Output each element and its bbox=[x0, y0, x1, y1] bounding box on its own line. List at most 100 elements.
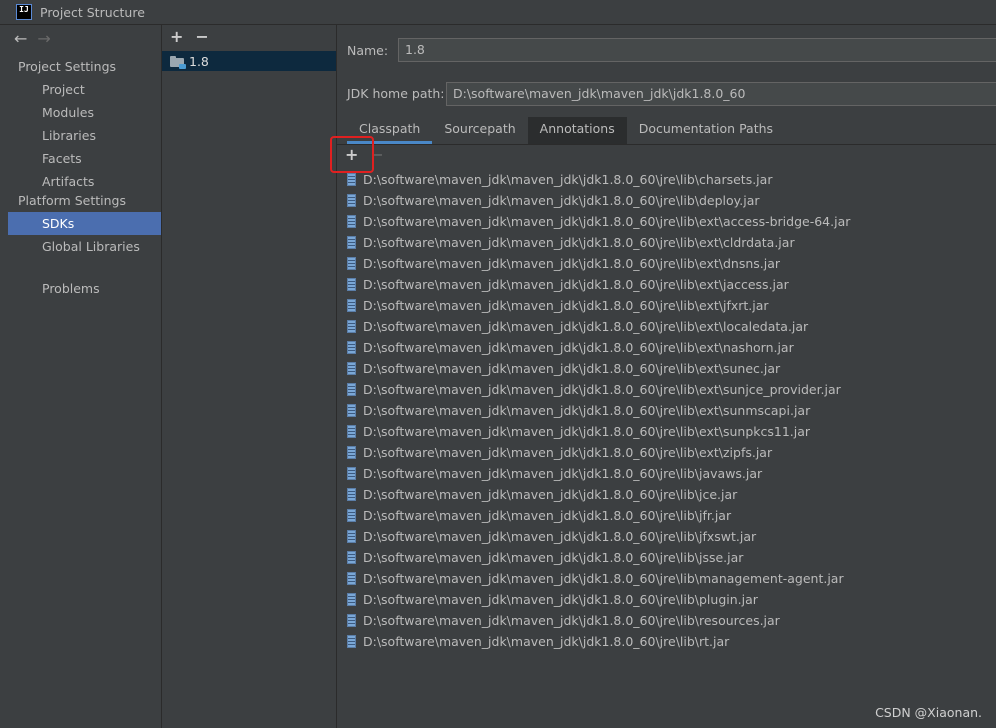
annotation-highlight-box bbox=[330, 136, 374, 173]
jar-file-icon bbox=[347, 551, 356, 564]
sdk-details-panel: Name: 1.8 JDK home path: D:\software\mav… bbox=[330, 25, 996, 728]
jdk-home-label: JDK home path: bbox=[347, 86, 445, 101]
classpath-row[interactable]: D:\software\maven_jdk\maven_jdk\jdk1.8.0… bbox=[347, 631, 987, 652]
nav-item-modules[interactable]: Modules bbox=[8, 101, 161, 124]
classpath-entry-text: D:\software\maven_jdk\maven_jdk\jdk1.8.0… bbox=[363, 634, 730, 649]
classpath-entry-text: D:\software\maven_jdk\maven_jdk\jdk1.8.0… bbox=[363, 592, 758, 607]
classpath-row[interactable]: D:\software\maven_jdk\maven_jdk\jdk1.8.0… bbox=[347, 253, 987, 274]
nav-item-global-libraries[interactable]: Global Libraries bbox=[8, 235, 161, 258]
classpath-row[interactable]: D:\software\maven_jdk\maven_jdk\jdk1.8.0… bbox=[347, 484, 987, 505]
nav-item-sdks[interactable]: SDKs bbox=[8, 212, 161, 235]
classpath-entry-text: D:\software\maven_jdk\maven_jdk\jdk1.8.0… bbox=[363, 298, 769, 313]
classpath-entry-text: D:\software\maven_jdk\maven_jdk\jdk1.8.0… bbox=[363, 319, 809, 334]
nav-item-project[interactable]: Project bbox=[8, 78, 161, 101]
jar-file-icon bbox=[347, 257, 356, 270]
classpath-row[interactable]: D:\software\maven_jdk\maven_jdk\jdk1.8.0… bbox=[347, 421, 987, 442]
jdk-home-path-field[interactable]: D:\software\maven_jdk\maven_jdk\jdk1.8.0… bbox=[446, 82, 996, 106]
classpath-row[interactable]: D:\software\maven_jdk\maven_jdk\jdk1.8.0… bbox=[347, 526, 987, 547]
classpath-row[interactable]: D:\software\maven_jdk\maven_jdk\jdk1.8.0… bbox=[347, 274, 987, 295]
jar-file-icon bbox=[347, 341, 356, 354]
classpath-row[interactable]: D:\software\maven_jdk\maven_jdk\jdk1.8.0… bbox=[347, 505, 987, 526]
remove-sdk-button[interactable]: − bbox=[195, 29, 208, 45]
tab-documentation-paths[interactable]: Documentation Paths bbox=[627, 117, 785, 144]
classpath-list: D:\software\maven_jdk\maven_jdk\jdk1.8.0… bbox=[347, 169, 987, 652]
classpath-row[interactable]: D:\software\maven_jdk\maven_jdk\jdk1.8.0… bbox=[347, 337, 987, 358]
window-title: Project Structure bbox=[40, 4, 145, 20]
classpath-row[interactable]: D:\software\maven_jdk\maven_jdk\jdk1.8.0… bbox=[347, 463, 987, 484]
jdk-folder-icon bbox=[170, 55, 186, 69]
classpath-entry-text: D:\software\maven_jdk\maven_jdk\jdk1.8.0… bbox=[363, 172, 773, 187]
jar-file-icon bbox=[347, 194, 356, 207]
jar-file-icon bbox=[347, 215, 356, 228]
jar-file-icon bbox=[347, 467, 356, 480]
jar-file-icon bbox=[347, 635, 356, 648]
sdk-toolbar: + − bbox=[170, 29, 209, 45]
classpath-entry-text: D:\software\maven_jdk\maven_jdk\jdk1.8.0… bbox=[363, 340, 794, 355]
watermark: CSDN @Xiaonan. bbox=[875, 705, 982, 720]
jar-file-icon bbox=[347, 278, 356, 291]
sdk-list-panel: + − 1.8 bbox=[162, 25, 337, 728]
classpath-entry-text: D:\software\maven_jdk\maven_jdk\jdk1.8.0… bbox=[363, 424, 811, 439]
jar-file-icon bbox=[347, 509, 356, 522]
classpath-entry-text: D:\software\maven_jdk\maven_jdk\jdk1.8.0… bbox=[363, 361, 781, 376]
nav-item-artifacts[interactable]: Artifacts bbox=[8, 170, 161, 193]
back-arrow-icon[interactable]: ← bbox=[14, 31, 27, 47]
classpath-entry-text: D:\software\maven_jdk\maven_jdk\jdk1.8.0… bbox=[363, 277, 789, 292]
jar-file-icon bbox=[347, 383, 356, 396]
classpath-row[interactable]: D:\software\maven_jdk\maven_jdk\jdk1.8.0… bbox=[347, 442, 987, 463]
classpath-entry-text: D:\software\maven_jdk\maven_jdk\jdk1.8.0… bbox=[363, 193, 760, 208]
classpath-entry-text: D:\software\maven_jdk\maven_jdk\jdk1.8.0… bbox=[363, 235, 795, 250]
sdk-item-label: 1.8 bbox=[189, 53, 209, 69]
classpath-entry-text: D:\software\maven_jdk\maven_jdk\jdk1.8.0… bbox=[363, 403, 811, 418]
classpath-row[interactable]: D:\software\maven_jdk\maven_jdk\jdk1.8.0… bbox=[347, 547, 987, 568]
classpath-row[interactable]: D:\software\maven_jdk\maven_jdk\jdk1.8.0… bbox=[347, 211, 987, 232]
classpath-entry-text: D:\software\maven_jdk\maven_jdk\jdk1.8.0… bbox=[363, 445, 773, 460]
jar-file-icon bbox=[347, 425, 356, 438]
classpath-row[interactable]: D:\software\maven_jdk\maven_jdk\jdk1.8.0… bbox=[347, 400, 987, 421]
classpath-entry-text: D:\software\maven_jdk\maven_jdk\jdk1.8.0… bbox=[363, 529, 757, 544]
nav-item-libraries[interactable]: Libraries bbox=[8, 124, 161, 147]
classpath-row[interactable]: D:\software\maven_jdk\maven_jdk\jdk1.8.0… bbox=[347, 589, 987, 610]
classpath-entry-text: D:\software\maven_jdk\maven_jdk\jdk1.8.0… bbox=[363, 508, 732, 523]
classpath-entry-text: D:\software\maven_jdk\maven_jdk\jdk1.8.0… bbox=[363, 466, 763, 481]
classpath-row[interactable]: D:\software\maven_jdk\maven_jdk\jdk1.8.0… bbox=[347, 232, 987, 253]
classpath-row[interactable]: D:\software\maven_jdk\maven_jdk\jdk1.8.0… bbox=[347, 316, 987, 337]
name-field[interactable]: 1.8 bbox=[398, 38, 996, 62]
classpath-entry-text: D:\software\maven_jdk\maven_jdk\jdk1.8.0… bbox=[363, 550, 744, 565]
jar-file-icon bbox=[347, 173, 356, 186]
classpath-row[interactable]: D:\software\maven_jdk\maven_jdk\jdk1.8.0… bbox=[347, 169, 987, 190]
classpath-row[interactable]: D:\software\maven_jdk\maven_jdk\jdk1.8.0… bbox=[347, 568, 987, 589]
classpath-row[interactable]: D:\software\maven_jdk\maven_jdk\jdk1.8.0… bbox=[347, 379, 987, 400]
jar-file-icon bbox=[347, 404, 356, 417]
forward-arrow-icon[interactable]: → bbox=[37, 31, 50, 47]
classpath-row[interactable]: D:\software\maven_jdk\maven_jdk\jdk1.8.0… bbox=[347, 610, 987, 631]
jar-file-icon bbox=[347, 299, 356, 312]
sdk-item-1-8[interactable]: 1.8 bbox=[162, 51, 336, 71]
classpath-row[interactable]: D:\software\maven_jdk\maven_jdk\jdk1.8.0… bbox=[347, 358, 987, 379]
jar-file-icon bbox=[347, 488, 356, 501]
classpath-row[interactable]: D:\software\maven_jdk\maven_jdk\jdk1.8.0… bbox=[347, 295, 987, 316]
jar-file-icon bbox=[347, 320, 356, 333]
title-bar: IJ Project Structure bbox=[0, 0, 996, 25]
jar-file-icon bbox=[347, 446, 356, 459]
nav-item-problems[interactable]: Problems bbox=[8, 277, 161, 300]
add-sdk-button[interactable]: + bbox=[170, 29, 183, 45]
nav-item-facets[interactable]: Facets bbox=[8, 147, 161, 170]
classpath-entry-text: D:\software\maven_jdk\maven_jdk\jdk1.8.0… bbox=[363, 613, 780, 628]
settings-nav-panel: ← → Project Settings Project Modules Lib… bbox=[0, 25, 162, 728]
section-platform-settings: Platform Settings bbox=[18, 193, 126, 208]
classpath-entry-text: D:\software\maven_jdk\maven_jdk\jdk1.8.0… bbox=[363, 256, 781, 271]
tab-annotations[interactable]: Annotations bbox=[527, 117, 627, 144]
jar-file-icon bbox=[347, 362, 356, 375]
tabs-divider bbox=[337, 144, 996, 145]
section-project-settings: Project Settings bbox=[18, 59, 117, 74]
history-nav: ← → bbox=[14, 31, 51, 47]
classpath-entry-text: D:\software\maven_jdk\maven_jdk\jdk1.8.0… bbox=[363, 214, 851, 229]
jar-file-icon bbox=[347, 572, 356, 585]
intellij-logo-icon: IJ bbox=[16, 4, 32, 20]
classpath-row[interactable]: D:\software\maven_jdk\maven_jdk\jdk1.8.0… bbox=[347, 190, 987, 211]
jar-file-icon bbox=[347, 593, 356, 606]
classpath-entry-text: D:\software\maven_jdk\maven_jdk\jdk1.8.0… bbox=[363, 487, 738, 502]
tab-sourcepath[interactable]: Sourcepath bbox=[432, 117, 527, 144]
jar-file-icon bbox=[347, 614, 356, 627]
